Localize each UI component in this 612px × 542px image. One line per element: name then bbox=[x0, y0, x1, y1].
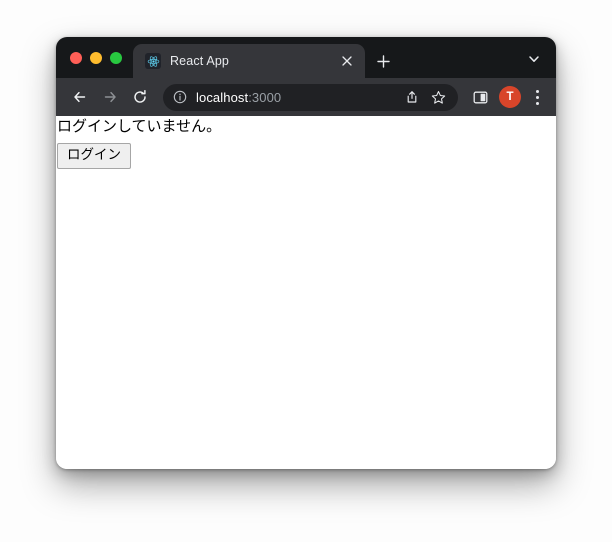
omnibox-url-port: :3000 bbox=[248, 89, 282, 105]
star-icon[interactable] bbox=[426, 85, 450, 109]
browser-titlebar: React App bbox=[56, 37, 556, 78]
reload-icon[interactable] bbox=[126, 83, 154, 111]
browser-window: React App localhost:3000 T ログインしていません。 ロ… bbox=[56, 37, 556, 469]
forward-arrow-icon[interactable] bbox=[96, 83, 124, 111]
login-status-text: ログインしていません。 bbox=[57, 117, 222, 135]
tab-react-app[interactable]: React App bbox=[133, 44, 365, 78]
browser-toolbar: localhost:3000 T bbox=[56, 78, 556, 116]
new-tab-button[interactable] bbox=[368, 44, 398, 78]
tab-close-icon[interactable] bbox=[338, 52, 356, 70]
menu-dot bbox=[535, 89, 539, 93]
avatar[interactable]: T bbox=[499, 86, 521, 108]
tab-search-chevron-down-icon[interactable] bbox=[522, 47, 546, 71]
menu-dot bbox=[535, 95, 539, 99]
omnibox-url-host: localhost bbox=[196, 89, 249, 105]
toolbar-right-actions: T bbox=[466, 83, 548, 111]
tabstrip: React App bbox=[133, 37, 556, 78]
page-viewport: ログインしていません。 ログイン bbox=[56, 116, 556, 469]
login-button[interactable]: ログイン bbox=[57, 142, 131, 170]
window-traffic-lights bbox=[56, 37, 133, 78]
info-circle-icon[interactable] bbox=[172, 89, 188, 105]
omnibox[interactable]: localhost:3000 bbox=[163, 83, 458, 111]
omnibox-url-text: localhost:3000 bbox=[196, 90, 392, 105]
window-close-button[interactable] bbox=[70, 51, 82, 64]
tab-title: React App bbox=[170, 54, 230, 68]
react-logo-icon bbox=[145, 53, 161, 69]
side-panel-icon[interactable] bbox=[466, 83, 494, 111]
omnibox-actions bbox=[400, 85, 450, 109]
menu-dot bbox=[535, 101, 539, 105]
window-minimize-button[interactable] bbox=[90, 51, 102, 64]
back-arrow-icon[interactable] bbox=[66, 83, 94, 111]
window-maximize-button[interactable] bbox=[110, 51, 122, 64]
share-icon[interactable] bbox=[400, 85, 424, 109]
three-dot-menu-icon[interactable] bbox=[526, 83, 548, 111]
